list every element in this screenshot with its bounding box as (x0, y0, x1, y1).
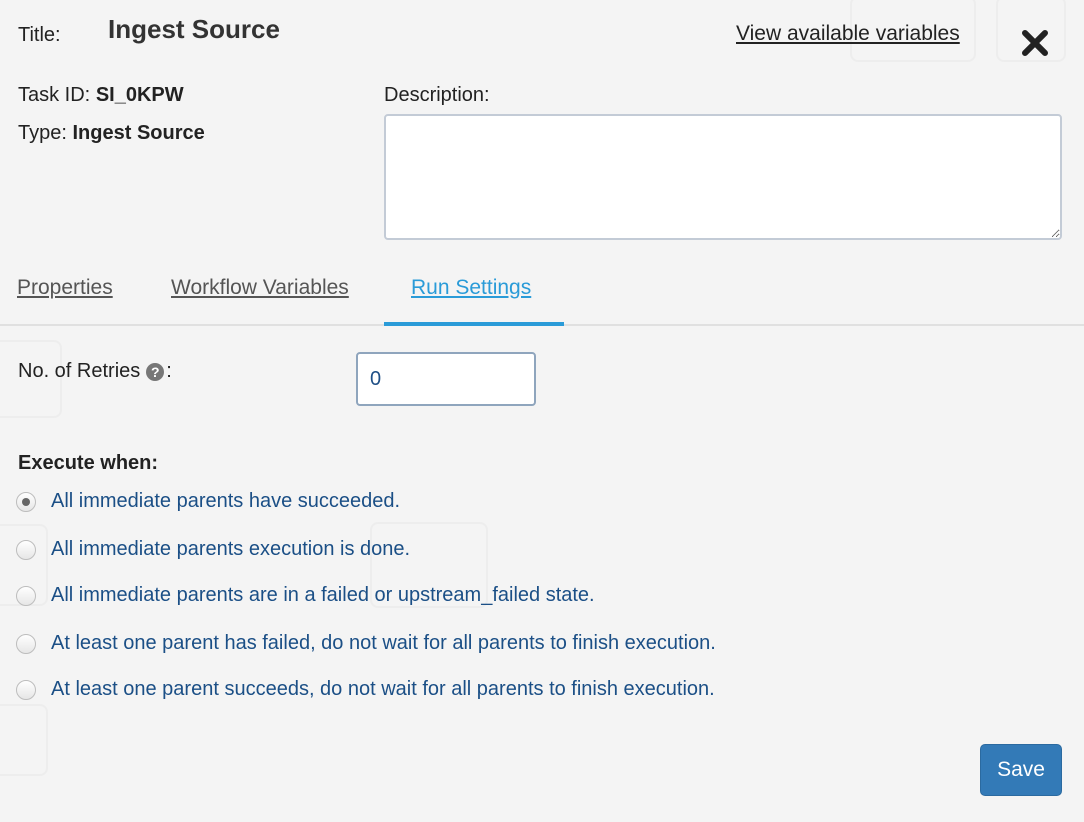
radio-button-checked[interactable] (16, 491, 36, 512)
retries-label-colon: : (166, 360, 172, 382)
task-id-value: SI_0KPW (95, 84, 184, 106)
execute-option-label: All immediate parents are in a failed or… (51, 584, 595, 606)
retries-label: No. of Retries (18, 360, 141, 382)
close-icon (1022, 30, 1048, 56)
radio-button[interactable] (16, 585, 36, 606)
execute-option-label: At least one parent succeeds, do not wai… (51, 678, 715, 700)
active-tab-indicator (384, 322, 564, 326)
tab-workflow-variables[interactable]: Workflow Variables (171, 276, 349, 300)
radio-button[interactable] (16, 539, 36, 560)
radio-button[interactable] (16, 633, 36, 654)
background-node-ghost (0, 704, 48, 776)
retries-input[interactable] (356, 352, 536, 406)
execute-option-label: All immediate parents execution is done. (51, 538, 411, 560)
description-label: Description: (384, 84, 490, 106)
view-available-variables-link[interactable]: View available variables (736, 22, 960, 46)
save-button[interactable]: Save (980, 744, 1062, 796)
question-circle-icon[interactable]: ? (146, 362, 165, 381)
task-id-label: Task ID: (18, 84, 91, 106)
execute-option-all-done[interactable]: All immediate parents execution is done. (16, 538, 410, 561)
radio-button[interactable] (16, 679, 36, 700)
task-title: Ingest Source (108, 14, 280, 44)
execute-option-one-succeeds[interactable]: At least one parent succeeds, do not wai… (16, 678, 715, 701)
title-label: Title: (18, 24, 61, 46)
execute-option-label: All immediate parents have succeeded. (51, 490, 401, 512)
execute-option-one-failed[interactable]: At least one parent has failed, do not w… (16, 632, 716, 655)
tab-run-settings[interactable]: Run Settings (411, 276, 531, 300)
execute-option-all-failed[interactable]: All immediate parents are in a failed or… (16, 584, 595, 607)
task-id-row: Task ID: SI_0KPW (18, 84, 184, 107)
tab-properties[interactable]: Properties (17, 276, 113, 300)
type-value: Ingest Source (72, 122, 205, 144)
description-textarea[interactable] (384, 114, 1062, 240)
type-row: Type: Ingest Source (18, 122, 205, 145)
execute-option-label: At least one parent has failed, do not w… (51, 632, 716, 654)
close-button[interactable] (1020, 28, 1050, 58)
type-label: Type: (18, 122, 67, 144)
execute-option-all-succeeded[interactable]: All immediate parents have succeeded. (16, 490, 400, 513)
retries-label-row: No. of Retries ? : (18, 360, 172, 383)
execute-when-label: Execute when: (18, 452, 159, 474)
